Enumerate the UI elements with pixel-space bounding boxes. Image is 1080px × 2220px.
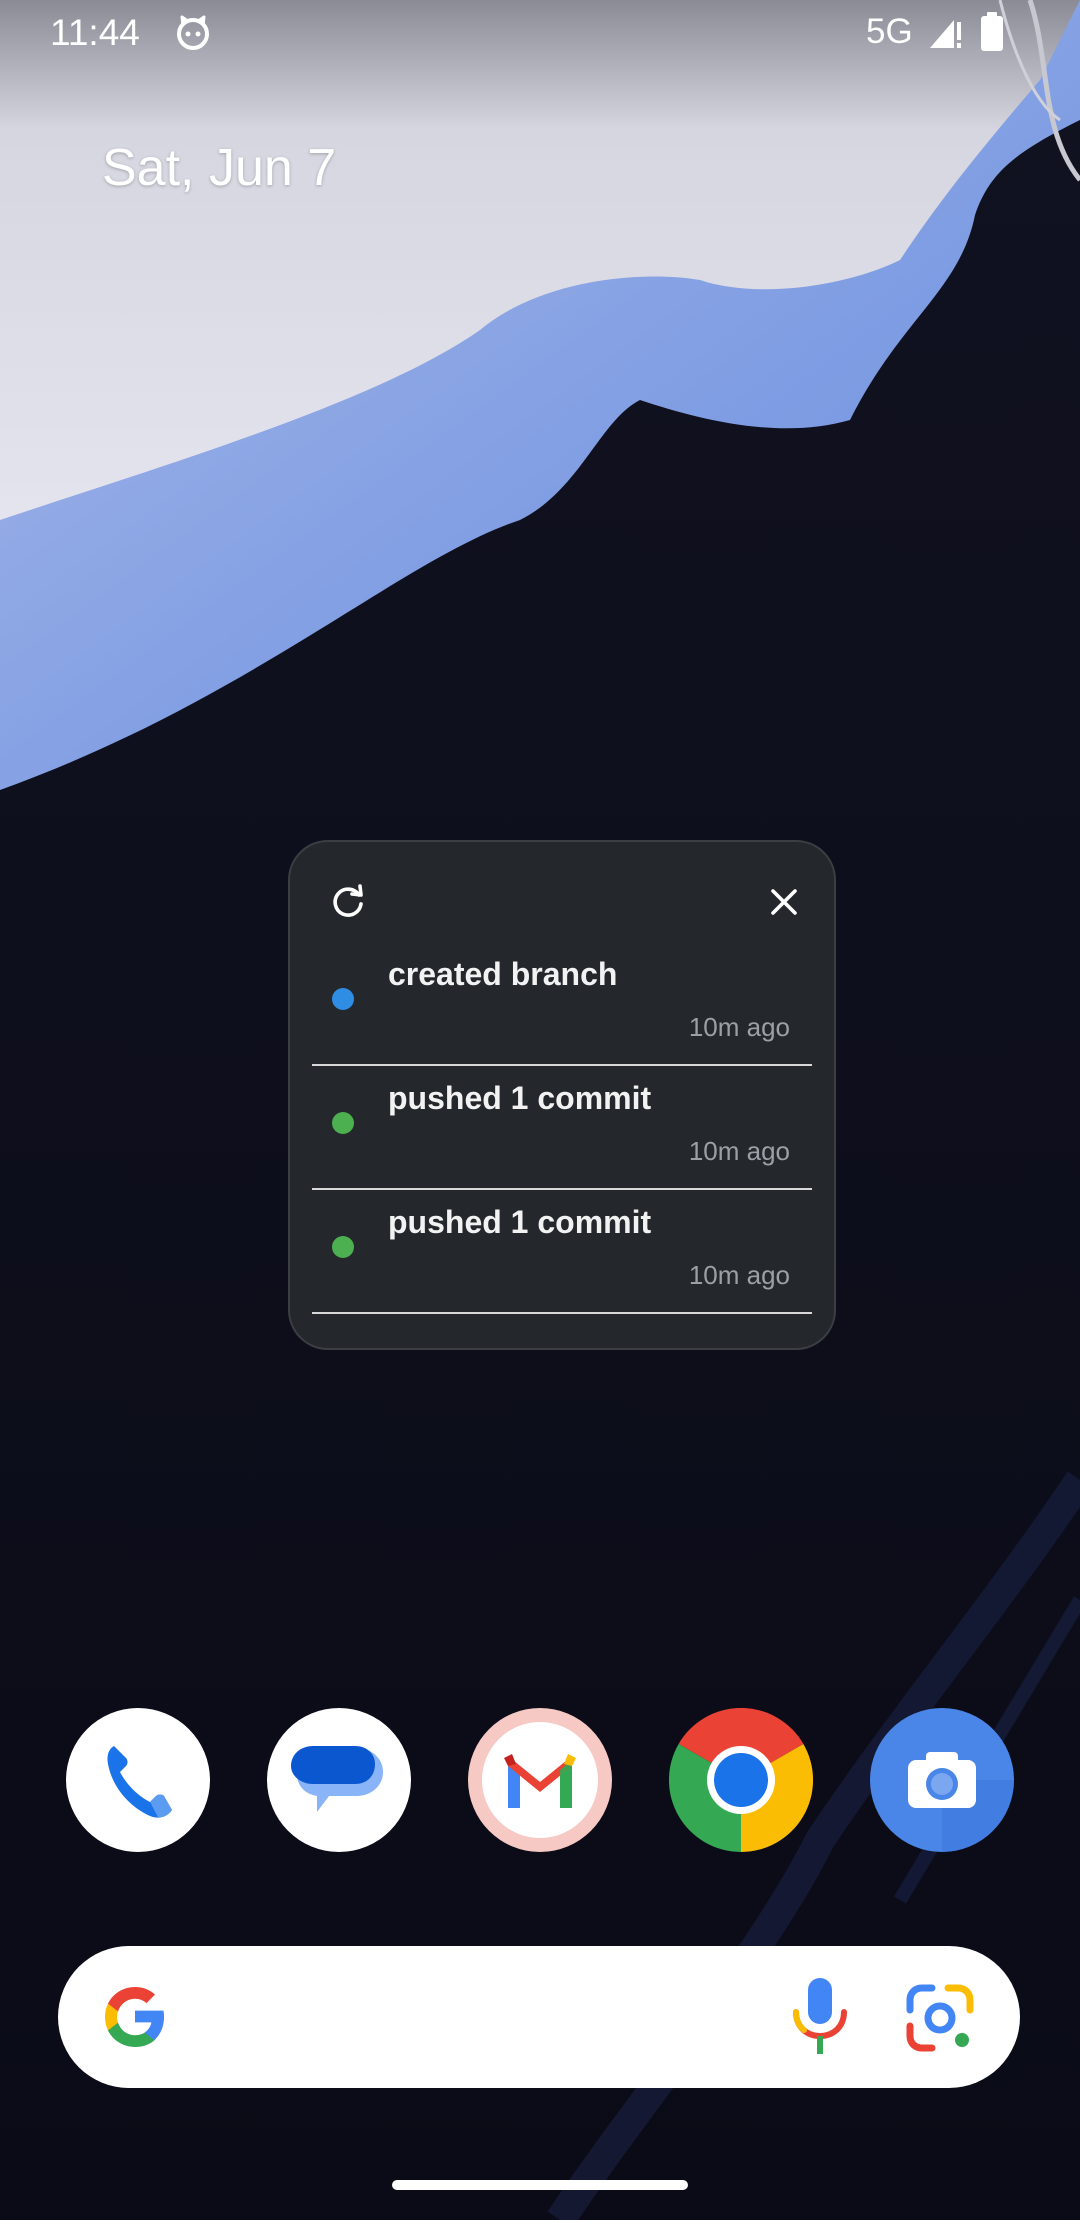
gesture-nav-handle[interactable] [392, 2180, 688, 2190]
microphone-icon[interactable] [780, 1976, 860, 2058]
close-icon[interactable] [764, 882, 804, 922]
chrome-icon[interactable] [669, 1708, 813, 1852]
refresh-icon[interactable] [328, 882, 368, 922]
activity-title: created branch [388, 956, 618, 992]
status-dot [332, 1236, 354, 1258]
cat-face-icon [174, 14, 212, 52]
activity-item[interactable]: pushed 1 commit 10m ago [312, 1066, 812, 1190]
home-date[interactable]: Sat, Jun 7 [102, 138, 336, 198]
cellular-signal-icon [928, 16, 964, 50]
activity-time: 10m ago [688, 1012, 790, 1042]
google-lens-icon[interactable] [904, 1982, 976, 2054]
status-dot [332, 988, 354, 1010]
activity-title: pushed 1 commit [388, 1080, 652, 1116]
status-time: 11:44 [50, 12, 140, 53]
messages-icon[interactable] [267, 1708, 411, 1852]
google-search-bar[interactable] [58, 1946, 1020, 2088]
activity-item[interactable]: pushed 1 commit 10m ago [312, 1190, 812, 1314]
activity-widget: created branch 10m ago pushed 1 commit 1… [288, 840, 836, 1350]
status-bar: 11:44 5G [0, 0, 1080, 66]
activity-feed: created branch 10m ago pushed 1 commit 1… [312, 942, 812, 1314]
activity-title: pushed 1 commit [388, 1204, 652, 1240]
activity-time: 10m ago [688, 1260, 790, 1290]
phone-icon[interactable] [66, 1708, 210, 1852]
status-dot [332, 1112, 354, 1134]
google-g-icon [100, 1982, 170, 2052]
gmail-icon[interactable] [468, 1708, 612, 1852]
battery-icon [980, 12, 1004, 52]
activity-item[interactable]: created branch 10m ago [312, 942, 812, 1066]
network-type: 5G [866, 12, 913, 51]
activity-time: 10m ago [688, 1136, 790, 1166]
app-dock [0, 1708, 1080, 1854]
camera-icon[interactable] [870, 1708, 1014, 1852]
